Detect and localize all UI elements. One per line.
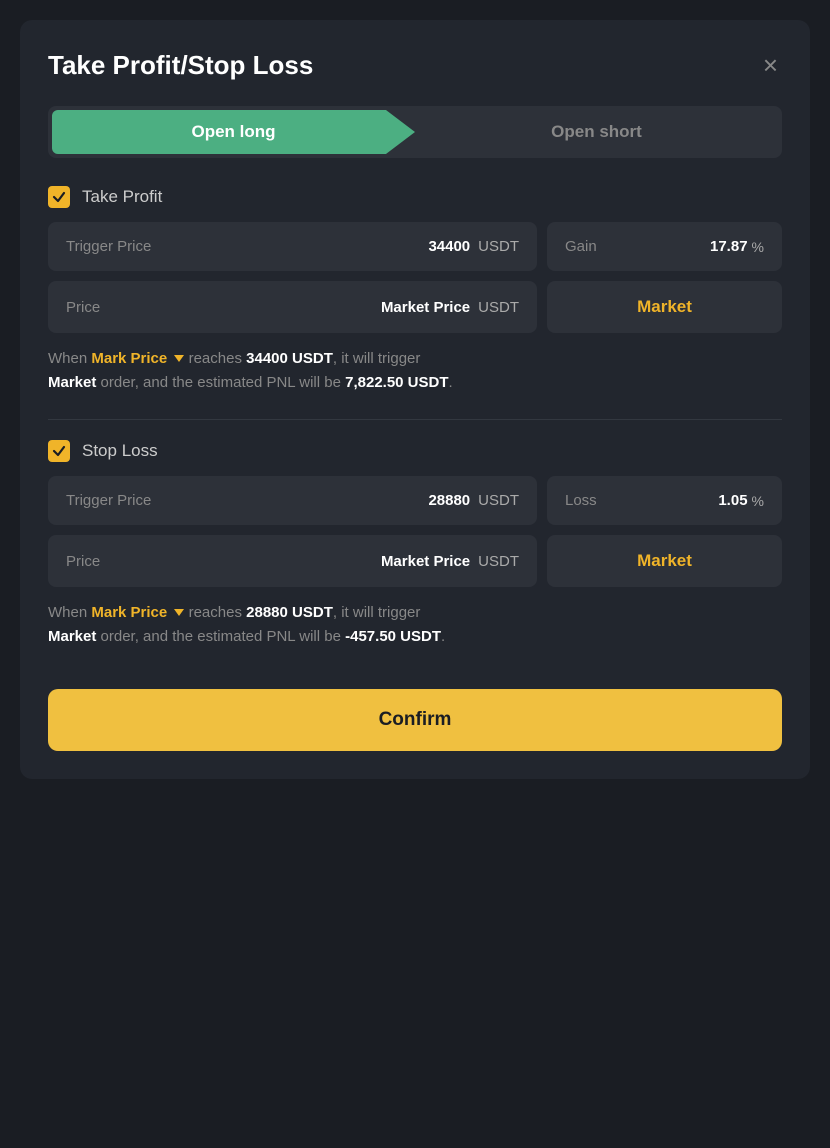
take-profit-price-unit: USDT xyxy=(478,299,519,316)
take-profit-label: Take Profit xyxy=(82,187,162,207)
desc-tp-trigger: 34400 USDT xyxy=(246,350,333,367)
take-profit-trigger-unit: USDT xyxy=(478,238,519,255)
stop-loss-loss-value-group: 1.05 % xyxy=(718,492,764,509)
take-profit-trigger-value-group: 34400 USDT xyxy=(428,238,519,255)
take-profit-gain-number: 17.87 xyxy=(710,238,748,255)
section-divider xyxy=(48,419,782,420)
stop-loss-price-label: Price xyxy=(66,553,100,570)
modal-container: Take Profit/Stop Loss × Open long Open s… xyxy=(20,20,810,779)
stop-loss-loss-label: Loss xyxy=(565,492,597,509)
take-profit-price-field[interactable]: Price Market Price USDT xyxy=(48,281,537,333)
desc-sl-part1: When xyxy=(48,604,87,621)
desc-sl-pnl: -457.50 USDT xyxy=(345,628,441,645)
tab-bar: Open long Open short xyxy=(48,106,782,158)
take-profit-price-value-group: Market Price USDT xyxy=(381,299,519,316)
stop-loss-market-button[interactable]: Market xyxy=(547,535,782,587)
stop-loss-price-row: Price Market Price USDT Market xyxy=(48,535,782,587)
desc-tp-part4: order, and the estimated PNL will be xyxy=(101,374,341,391)
desc-tp-part2: reaches xyxy=(189,350,242,367)
modal-title: Take Profit/Stop Loss xyxy=(48,50,313,81)
stop-loss-mark-price-arrow-icon xyxy=(174,609,184,616)
take-profit-trigger-label: Trigger Price xyxy=(66,238,151,255)
desc-tp-part1: When xyxy=(48,350,87,367)
take-profit-header: Take Profit xyxy=(48,186,782,208)
stop-loss-loss-number: 1.05 xyxy=(718,492,747,509)
take-profit-price-row: Price Market Price USDT Market xyxy=(48,281,782,333)
take-profit-market-label: Market xyxy=(637,297,692,317)
take-profit-price-market: Market Price xyxy=(381,299,470,316)
stop-loss-label: Stop Loss xyxy=(82,441,158,461)
stop-loss-market-label: Market xyxy=(637,551,692,571)
stop-loss-description: When Mark Price reaches 28880 USDT, it w… xyxy=(48,601,782,649)
desc-sl-trigger: 28880 USDT xyxy=(246,604,333,621)
desc-tp-market: Market xyxy=(48,374,96,391)
desc-tp-pnl: 7,822.50 USDT xyxy=(345,374,448,391)
stop-loss-price-unit: USDT xyxy=(478,553,519,570)
desc-tp-mark-price[interactable]: Mark Price xyxy=(91,350,184,367)
stop-loss-trigger-row: Trigger Price 28880 USDT Loss 1.05 % xyxy=(48,476,782,525)
take-profit-gain-label: Gain xyxy=(565,238,597,255)
desc-sl-part2: reaches xyxy=(189,604,242,621)
stop-loss-trigger-label: Trigger Price xyxy=(66,492,151,509)
take-profit-trigger-row: Trigger Price 34400 USDT Gain 17.87 % xyxy=(48,222,782,271)
take-profit-gain-value-group: 17.87 % xyxy=(710,238,764,255)
take-profit-description: When Mark Price reaches 34400 USDT, it w… xyxy=(48,347,782,395)
desc-sl-market: Market xyxy=(48,628,96,645)
desc-sl-mark-price[interactable]: Mark Price xyxy=(91,604,184,621)
modal-header: Take Profit/Stop Loss × xyxy=(48,48,782,82)
tab-open-short[interactable]: Open short xyxy=(415,110,778,154)
take-profit-trigger-number: 34400 xyxy=(428,238,470,255)
desc-sl-part4: order, and the estimated PNL will be xyxy=(101,628,341,645)
stop-loss-trigger-number: 28880 xyxy=(428,492,470,509)
tab-open-long[interactable]: Open long xyxy=(52,110,415,154)
take-profit-trigger-field[interactable]: Trigger Price 34400 USDT xyxy=(48,222,537,271)
stop-loss-trigger-field[interactable]: Trigger Price 28880 USDT xyxy=(48,476,537,525)
stop-loss-header: Stop Loss xyxy=(48,440,782,462)
take-profit-section: Take Profit Trigger Price 34400 USDT Gai… xyxy=(48,186,782,395)
confirm-button[interactable]: Confirm xyxy=(48,689,782,751)
stop-loss-loss-field[interactable]: Loss 1.05 % xyxy=(547,476,782,525)
close-button[interactable]: × xyxy=(759,48,782,82)
stop-loss-checkbox[interactable] xyxy=(48,440,70,462)
take-profit-price-label: Price xyxy=(66,299,100,316)
stop-loss-trigger-unit: USDT xyxy=(478,492,519,509)
take-profit-gain-unit: % xyxy=(752,239,764,255)
take-profit-gain-field[interactable]: Gain 17.87 % xyxy=(547,222,782,271)
stop-loss-price-market: Market Price xyxy=(381,553,470,570)
stop-loss-section: Stop Loss Trigger Price 28880 USDT Loss … xyxy=(48,440,782,649)
take-profit-market-button[interactable]: Market xyxy=(547,281,782,333)
stop-loss-price-field[interactable]: Price Market Price USDT xyxy=(48,535,537,587)
stop-loss-price-value-group: Market Price USDT xyxy=(381,553,519,570)
stop-loss-loss-unit: % xyxy=(752,493,764,509)
take-profit-checkbox[interactable] xyxy=(48,186,70,208)
mark-price-arrow-icon xyxy=(174,355,184,362)
stop-loss-trigger-value-group: 28880 USDT xyxy=(428,492,519,509)
